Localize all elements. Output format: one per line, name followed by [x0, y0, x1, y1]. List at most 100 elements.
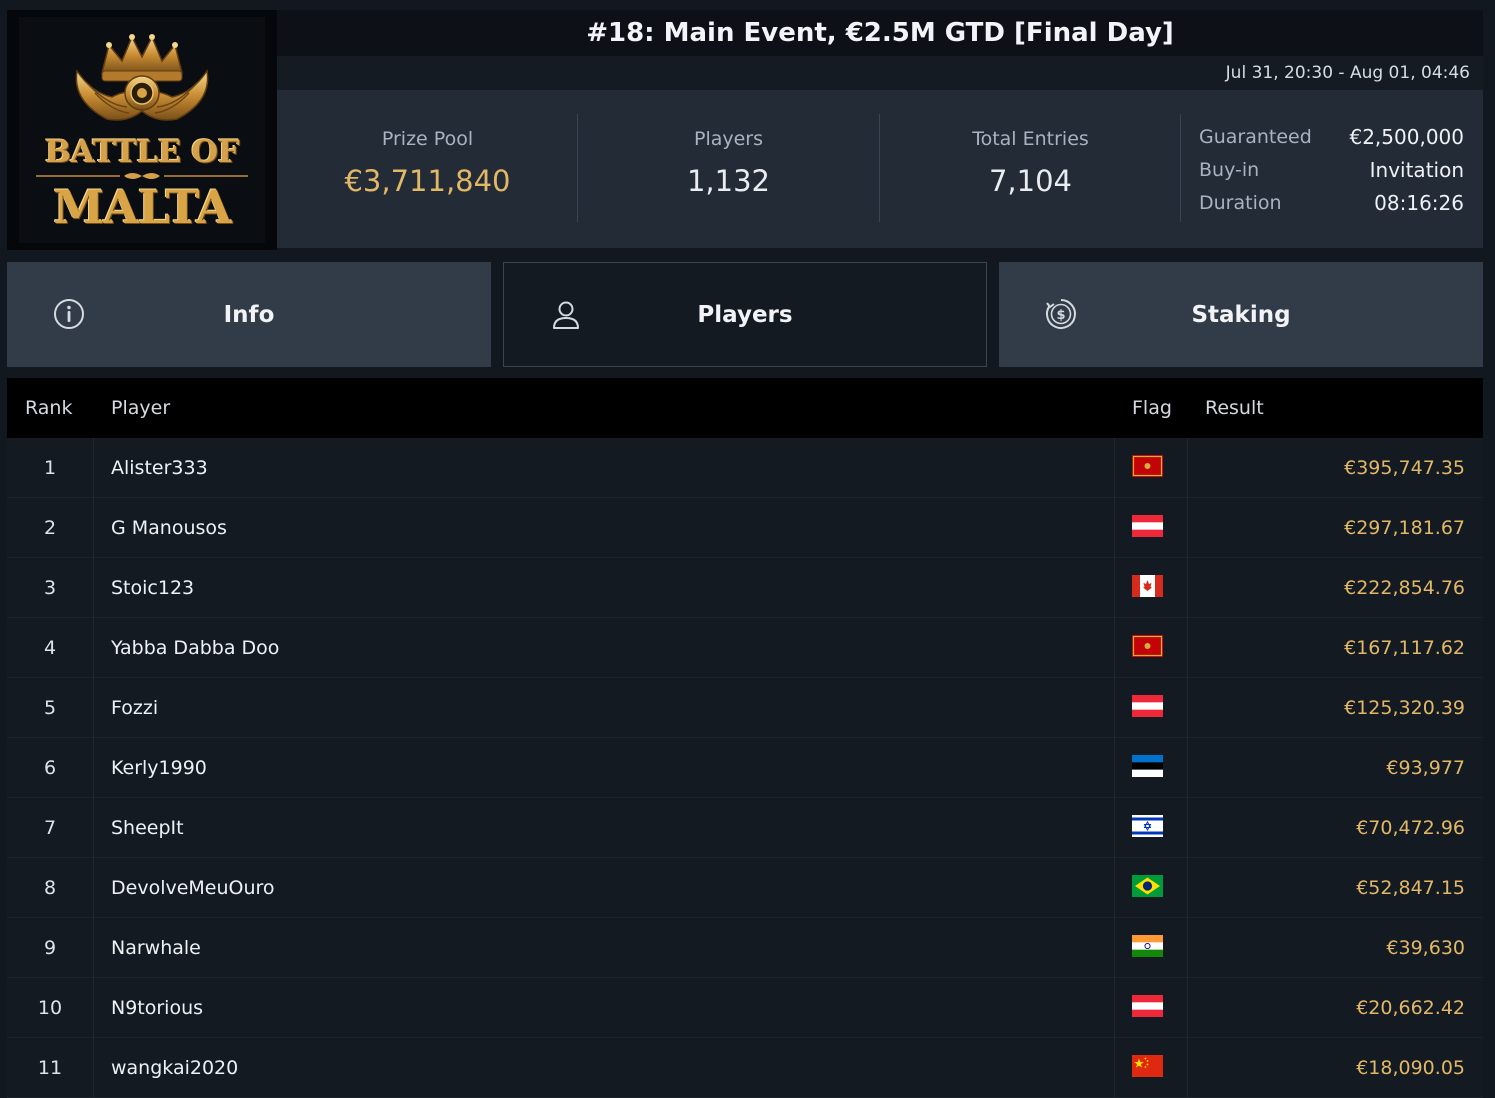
table-row[interactable]: 1 Alister333 €395,747.35 — [7, 438, 1483, 498]
player-name[interactable]: Kerly1990 — [111, 757, 207, 779]
prize-pool-value: €3,711,840 — [344, 164, 511, 198]
result-cell: €70,472.96 — [1356, 817, 1465, 839]
column-divider — [1114, 438, 1115, 1098]
rank-cell: 11 — [37, 1057, 63, 1079]
entries-label: Total Entries — [972, 128, 1089, 150]
header-flag[interactable]: Flag — [1132, 397, 1172, 419]
results-table: Rank Player Flag Result 1 Alister333 €395,… — [7, 378, 1483, 1098]
rank-cell: 8 — [43, 877, 57, 899]
austria-flag-icon — [1132, 995, 1163, 1017]
player-name[interactable]: Narwhale — [111, 937, 201, 959]
austria-flag-icon — [1132, 695, 1163, 717]
player-name[interactable]: wangkai2020 — [111, 1057, 238, 1079]
logo-text-top: BATTLE OF — [44, 134, 240, 170]
logo-panel: BATTLE OF MALTA — [19, 17, 265, 243]
player-name[interactable]: DevolveMeuOuro — [111, 877, 275, 899]
dollar-coin-icon: $ — [1046, 299, 1076, 329]
tab-info[interactable]: Info — [7, 262, 491, 367]
player-name[interactable]: Stoic123 — [111, 577, 194, 599]
rank-cell: 2 — [43, 517, 57, 539]
result-cell: €125,320.39 — [1344, 697, 1465, 719]
event-logo: BATTLE OF MALTA — [7, 10, 277, 250]
table-header: Rank Player Flag Result — [7, 378, 1483, 438]
table-row[interactable]: 3 Stoic123 €222,854.76 — [7, 558, 1483, 618]
user-icon — [553, 301, 579, 329]
india-flag-icon — [1132, 935, 1163, 957]
montenegro-flag-icon — [1132, 455, 1163, 477]
column-divider — [1187, 438, 1188, 1098]
players-value: 1,132 — [686, 164, 771, 198]
stat-divider — [1180, 114, 1181, 222]
table-row[interactable]: 6 Kerly1990 €93,977 — [7, 738, 1483, 798]
buyin-label: Buy-in — [1199, 158, 1260, 181]
logo-text-bottom: MALTA — [53, 180, 232, 234]
rank-cell: 1 — [43, 457, 57, 479]
guaranteed-label: Guaranteed — [1199, 125, 1312, 148]
result-cell: €18,090.05 — [1356, 1057, 1465, 1079]
israel-flag-icon — [1132, 815, 1163, 837]
player-name[interactable]: N9torious — [111, 997, 203, 1019]
duration-row: Duration 08:16:26 — [1199, 186, 1464, 219]
players-stat: Players 1,132 — [578, 90, 879, 248]
event-details: Guaranteed €2,500,000 Buy-in Invitation … — [1199, 120, 1464, 219]
table-row[interactable]: 11 wangkai2020 €18,090.05 — [7, 1038, 1483, 1098]
result-cell: €20,662.42 — [1356, 997, 1465, 1019]
result-cell: €93,977 — [1386, 757, 1465, 779]
result-cell: €167,117.62 — [1344, 637, 1465, 659]
header-player[interactable]: Player — [111, 397, 170, 419]
duration-label: Duration — [1199, 191, 1282, 214]
result-cell: €39,630 — [1386, 937, 1465, 959]
stats-panel: Prize Pool €3,711,840 Players 1,132 Tota… — [277, 90, 1483, 248]
rank-cell: 7 — [43, 817, 57, 839]
header-rank[interactable]: Rank — [25, 397, 72, 419]
table-body: 1 Alister333 €395,747.35 2 G Manousos €297,18… — [7, 438, 1483, 1098]
entries-value: 7,104 — [988, 164, 1073, 198]
result-cell: €395,747.35 — [1344, 457, 1465, 479]
table-row[interactable]: 7 SheepIt €70,472.96 — [7, 798, 1483, 858]
player-name[interactable]: G Manousos — [111, 517, 227, 539]
player-name[interactable]: Yabba Dabba Doo — [111, 637, 279, 659]
buyin-row: Buy-in Invitation — [1199, 153, 1464, 186]
entries-stat: Total Entries 7,104 — [880, 90, 1181, 248]
svg-text:$: $ — [1056, 308, 1065, 323]
result-cell: €297,181.67 — [1344, 517, 1465, 539]
guaranteed-value: €2,500,000 — [1349, 124, 1464, 149]
prize-pool-stat: Prize Pool €3,711,840 — [277, 90, 578, 248]
result-cell: €52,847.15 — [1356, 877, 1465, 899]
tournament-page: BATTLE OF MALTA #18: Main Event, €2.5M G… — [0, 0, 1495, 1098]
players-label: Players — [693, 128, 764, 150]
info-icon — [54, 299, 84, 329]
player-name[interactable]: Alister333 — [111, 457, 208, 479]
table-row[interactable]: 9 Narwhale €39,630 — [7, 918, 1483, 978]
estonia-flag-icon — [1132, 755, 1163, 777]
montenegro-flag-icon — [1132, 635, 1163, 657]
table-row[interactable]: 4 Yabba Dabba Doo €167,117.62 — [7, 618, 1483, 678]
header-result[interactable]: Result — [1205, 397, 1264, 419]
prize-pool-label: Prize Pool — [381, 128, 474, 150]
player-name[interactable]: Fozzi — [111, 697, 158, 719]
tab-staking[interactable]: $ Staking — [999, 262, 1483, 367]
brazil-flag-icon — [1132, 875, 1163, 897]
result-cell: €222,854.76 — [1344, 577, 1465, 599]
buyin-value: Invitation — [1369, 157, 1464, 182]
table-row[interactable]: 2 G Manousos €297,181.67 — [7, 498, 1483, 558]
tab-players[interactable]: Players — [503, 262, 987, 367]
austria-flag-icon — [1132, 515, 1163, 537]
china-flag-icon — [1132, 1055, 1163, 1077]
table-row[interactable]: 8 DevolveMeuOuro €52,847.15 — [7, 858, 1483, 918]
table-row[interactable]: 10 N9torious €20,662.42 — [7, 978, 1483, 1038]
table-row[interactable]: 5 Fozzi €125,320.39 — [7, 678, 1483, 738]
rank-cell: 4 — [43, 637, 57, 659]
column-divider — [93, 438, 94, 1098]
crown-wings-icon — [75, 34, 209, 121]
guaranteed-row: Guaranteed €2,500,000 — [1199, 120, 1464, 153]
player-name[interactable]: SheepIt — [111, 817, 184, 839]
rank-cell: 3 — [43, 577, 57, 599]
event-dates: Jul 31, 20:30 - Aug 01, 04:46 — [277, 56, 1483, 90]
canada-flag-icon — [1132, 575, 1163, 597]
rank-cell: 10 — [37, 997, 63, 1019]
duration-value: 08:16:26 — [1374, 190, 1464, 215]
event-title: #18: Main Event, €2.5M GTD [Final Day] — [277, 10, 1483, 56]
rank-cell: 9 — [43, 937, 57, 959]
rank-cell: 5 — [43, 697, 57, 719]
